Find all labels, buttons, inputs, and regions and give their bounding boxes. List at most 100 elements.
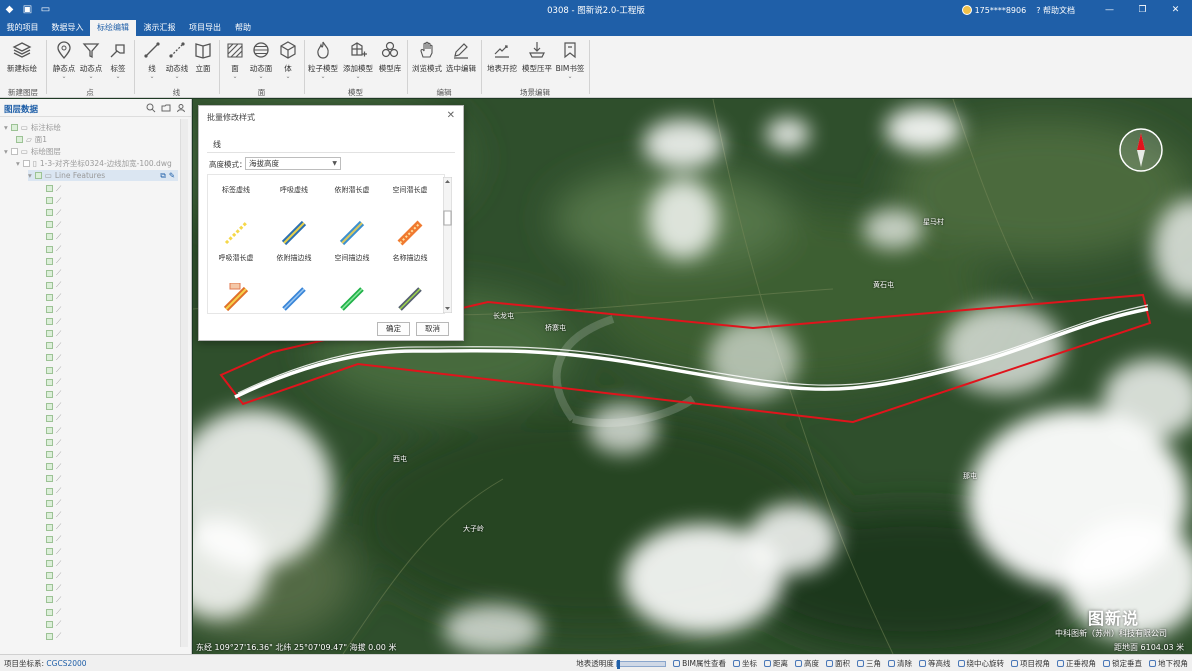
height-mode-select[interactable]: 海拔高度 ▼ xyxy=(245,157,341,170)
height-button[interactable]: 高度 xyxy=(795,658,819,669)
line-feature-row[interactable]: ⟋ xyxy=(46,522,61,533)
line-feature-row[interactable]: ⟋ xyxy=(46,437,61,448)
clear-button[interactable]: 清除 xyxy=(888,658,912,669)
style-option[interactable] xyxy=(208,283,264,313)
feature-checkbox[interactable] xyxy=(46,318,53,326)
feature-checkbox[interactable] xyxy=(46,257,53,265)
ok-button[interactable]: 确定 xyxy=(377,322,410,336)
crs-value[interactable]: CGCS2000 xyxy=(46,659,86,668)
feature-checkbox[interactable] xyxy=(46,293,53,301)
model-library-button[interactable]: 模型库 xyxy=(373,40,407,74)
style-option[interactable] xyxy=(382,283,438,313)
feature-checkbox[interactable] xyxy=(46,414,53,422)
layer-checkbox[interactable] xyxy=(22,160,30,167)
help-docs-link[interactable]: ? 帮助文档 xyxy=(1036,5,1075,16)
bim-property-button[interactable]: BIM属性查看 xyxy=(673,658,726,669)
feature-checkbox[interactable] xyxy=(46,560,53,568)
cancel-button[interactable]: 取消 xyxy=(416,322,449,336)
line-feature-row[interactable]: ⟋ xyxy=(46,619,61,630)
tab-demo-report[interactable]: 演示汇报 xyxy=(137,20,182,36)
feature-checkbox[interactable] xyxy=(46,535,53,543)
surface-excavate-button[interactable]: 地表开挖 xyxy=(485,40,519,74)
feature-checkbox[interactable] xyxy=(46,439,53,447)
line-feature-row[interactable]: ⟋ xyxy=(46,570,61,581)
select-edit-button[interactable]: 选中编辑 xyxy=(444,40,478,74)
edit-icon[interactable]: ✎ xyxy=(169,171,175,180)
dialog-close-icon[interactable]: ✕ xyxy=(447,110,455,121)
feature-checkbox[interactable] xyxy=(46,233,53,241)
volume-button[interactable]: 体 ⌄ xyxy=(271,40,305,80)
line-feature-row[interactable]: ⟋ xyxy=(46,425,61,436)
rotate-center-button[interactable]: 绕中心旋转 xyxy=(957,658,1004,669)
layer-row-selected[interactable]: ▾ ▭ Line Features ⧉ ✎ xyxy=(28,170,178,181)
style-option[interactable] xyxy=(324,283,380,313)
style-option[interactable] xyxy=(266,283,322,313)
feature-checkbox[interactable] xyxy=(46,463,53,471)
new-plot-button[interactable]: 新建标绘 xyxy=(5,40,39,74)
slider-handle[interactable] xyxy=(617,660,621,669)
feature-checkbox[interactable] xyxy=(46,306,53,313)
layer-checkbox[interactable] xyxy=(10,124,18,131)
user-layer-icon[interactable] xyxy=(176,103,186,113)
user-account[interactable]: 175****8906 xyxy=(961,5,1026,15)
line-feature-row[interactable]: ⟋ xyxy=(46,195,61,206)
feature-checkbox[interactable] xyxy=(46,487,53,495)
line-feature-row[interactable]: ⟋ xyxy=(46,316,61,327)
line-feature-row[interactable]: ⟋ xyxy=(46,401,61,412)
feature-checkbox[interactable] xyxy=(46,330,53,338)
line-feature-row[interactable]: ⟋ xyxy=(46,607,61,618)
expand-icon[interactable]: ▾ xyxy=(16,159,20,168)
feature-checkbox[interactable] xyxy=(46,209,53,217)
lock-vertical-button[interactable]: 锁定垂直 xyxy=(1103,658,1142,669)
line-feature-row[interactable]: ⟋ xyxy=(46,486,61,497)
compass-icon[interactable] xyxy=(1118,127,1164,173)
feature-checkbox[interactable] xyxy=(46,245,53,253)
locate-icon[interactable]: ⧉ xyxy=(160,171,165,181)
add-model-button[interactable]: 添加模型 ⌄ xyxy=(341,40,375,80)
line-feature-row[interactable]: ⟋ xyxy=(46,328,61,339)
model-flatten-button[interactable]: 模型压平 xyxy=(520,40,554,74)
layer-row[interactable]: ▱ 面1 xyxy=(16,134,47,145)
feature-checkbox[interactable] xyxy=(46,523,53,531)
close-button[interactable]: ✕ xyxy=(1159,0,1192,20)
tab-my-project[interactable]: 我的项目 xyxy=(0,20,45,36)
line-feature-row[interactable]: ⟋ xyxy=(46,473,61,484)
folder-icon[interactable] xyxy=(161,103,171,113)
feature-checkbox[interactable] xyxy=(46,572,53,580)
line-feature-row[interactable]: ⟋ xyxy=(46,449,61,460)
feature-checkbox[interactable] xyxy=(46,548,53,555)
feature-checkbox[interactable] xyxy=(46,499,53,507)
line-feature-row[interactable]: ⟋ xyxy=(46,304,61,315)
contour-button[interactable]: 等高线 xyxy=(919,658,951,669)
layer-row[interactable]: ▾ ▯ 1-3-对齐坐标0324-边线加宽-100.dwg xyxy=(16,158,172,169)
line-feature-row[interactable]: ⟋ xyxy=(46,183,61,194)
line-feature-row[interactable]: ⟋ xyxy=(46,461,61,472)
distance-button[interactable]: 距离 xyxy=(764,658,788,669)
restore-button[interactable]: ❐ xyxy=(1126,0,1159,20)
line-feature-row[interactable]: ⟋ xyxy=(46,389,61,400)
line-feature-row[interactable]: ⟋ xyxy=(46,534,61,545)
feature-checkbox[interactable] xyxy=(46,354,53,362)
feature-checkbox[interactable] xyxy=(46,281,53,289)
browse-mode-button[interactable]: 浏览模式 xyxy=(410,40,444,74)
feature-checkbox[interactable] xyxy=(46,185,53,192)
style-option-breath-flow[interactable]: 呼吸潜长虚 xyxy=(208,219,264,283)
area-button[interactable]: 面积 xyxy=(826,658,850,669)
feature-checkbox[interactable] xyxy=(46,632,53,640)
feature-checkbox[interactable] xyxy=(46,197,53,205)
layer-row[interactable]: ▾ ▭ 标注标绘 xyxy=(4,122,61,133)
line-feature-row[interactable]: ⟋ xyxy=(46,207,61,218)
feature-checkbox[interactable] xyxy=(46,378,53,386)
bim-bookmark-button[interactable]: BIM书签 ⌄ xyxy=(553,40,587,80)
line-feature-row[interactable]: ⟋ xyxy=(46,498,61,509)
feature-checkbox[interactable] xyxy=(46,390,53,398)
particle-model-button[interactable]: 粒子模型 ⌄ xyxy=(306,40,340,80)
line-feature-row[interactable]: ⟋ xyxy=(46,413,61,424)
line-feature-row[interactable]: ⟋ xyxy=(46,352,61,363)
triangle-button[interactable]: 三角 xyxy=(857,658,881,669)
line-feature-row[interactable]: ⟋ xyxy=(46,280,61,291)
label-button[interactable]: 标签 ⌄ xyxy=(101,40,135,80)
layer-row[interactable]: ▾ ▭ 标绘图层 xyxy=(4,146,61,157)
style-option-attached-outline[interactable]: 依附描边线 xyxy=(266,219,322,283)
line-feature-row[interactable]: ⟋ xyxy=(46,231,61,242)
